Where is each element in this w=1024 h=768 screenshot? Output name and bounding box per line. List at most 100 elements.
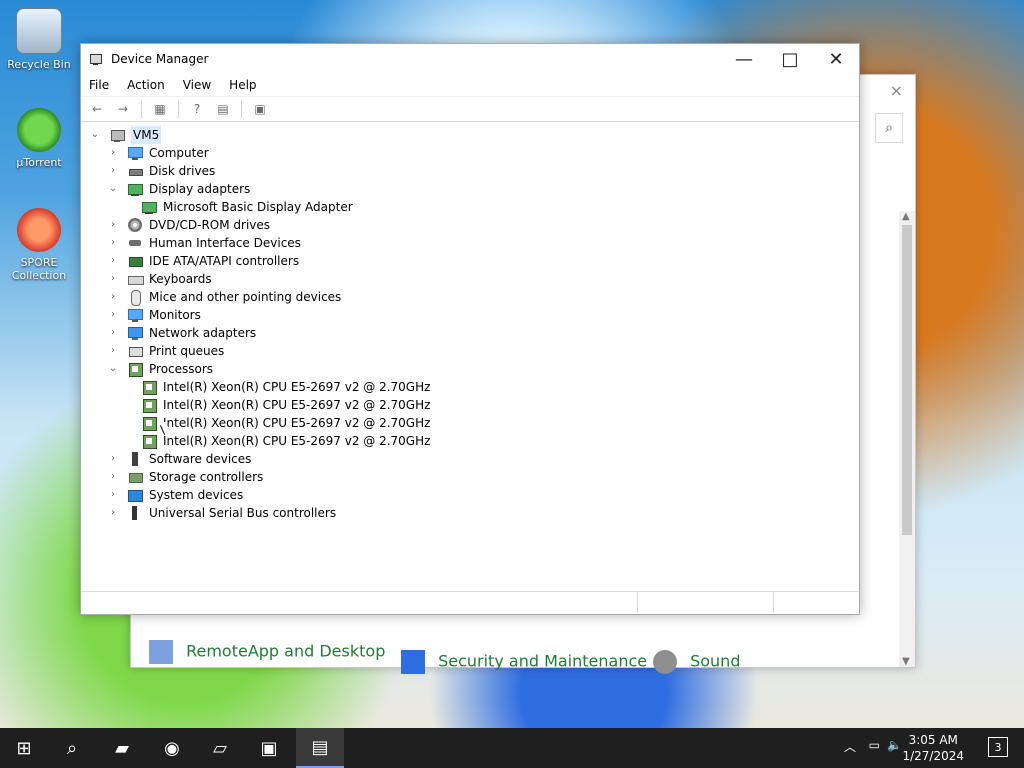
expand-icon[interactable]: › <box>107 486 119 504</box>
remoteapp-item[interactable]: RemoteApp and Desktop <box>149 640 385 664</box>
collapse-icon[interactable]: ⌄ <box>107 360 119 378</box>
tree-item-ide-ata-atapi-controllers[interactable]: › IDE ATA/ATAPI controllers <box>107 252 299 270</box>
tree-label: System devices <box>149 488 244 502</box>
software-device-icon <box>127 451 143 467</box>
expand-icon[interactable]: › <box>107 216 119 234</box>
view-icon[interactable]: ▤ <box>215 101 231 117</box>
processor-icon <box>141 397 157 413</box>
status-cell <box>81 592 638 614</box>
expand-icon[interactable]: › <box>107 288 119 306</box>
tree-label: Processors <box>149 362 214 376</box>
maximize-icon: □ <box>781 48 799 70</box>
collapse-icon[interactable]: ⌄ <box>107 180 119 198</box>
scroll-up-icon[interactable]: ▲ <box>902 211 910 222</box>
desktop-icon-recycle-bin[interactable]: Recycle Bin <box>4 8 74 71</box>
desktop-icon-utorrent[interactable]: µTorrent <box>4 108 74 169</box>
scroll-thumb[interactable] <box>902 225 912 535</box>
expand-icon[interactable]: › <box>107 234 119 252</box>
tree-label: Computer <box>149 146 209 160</box>
expand-icon[interactable]: › <box>107 270 119 288</box>
tree-item-computer[interactable]: › Computer <box>107 144 209 162</box>
forward-icon[interactable]: → <box>115 101 131 117</box>
utorrent-icon <box>17 108 61 152</box>
expand-icon[interactable]: › <box>107 252 119 270</box>
hidden-icons-icon[interactable]: ︿ <box>844 738 856 755</box>
computer-icon <box>109 127 125 143</box>
start-button[interactable]: ⊞ <box>12 736 36 760</box>
time-text: 3:05 AM <box>908 733 958 747</box>
tree-item-processor-3[interactable]: Intel(R) Xeon(R) CPU E5-2697 v2 @ 2.70GH… <box>141 414 430 432</box>
tree-label: Keyboards <box>149 272 212 286</box>
close-icon[interactable]: × <box>890 81 903 100</box>
expand-icon[interactable]: › <box>107 504 119 522</box>
sound-item[interactable]: Sound <box>653 650 740 674</box>
chrome-icon: ◉ <box>164 737 180 759</box>
search-button[interactable]: ⌕ <box>875 113 903 143</box>
scroll-down-icon[interactable]: ▼ <box>902 656 910 667</box>
properties-icon[interactable]: ▦ <box>152 101 168 117</box>
tree-item-storage-controllers[interactable]: › Storage controllers <box>107 468 263 486</box>
tree-item-monitors[interactable]: › Monitors <box>107 306 201 324</box>
device-manager-window: Device Manager — □ ✕ File Action View He… <box>80 43 860 615</box>
tree-item-universal-serial-bus-controllers[interactable]: › Universal Serial Bus controllers <box>107 504 336 522</box>
notes-button[interactable]: ▱ <box>208 736 232 760</box>
expand-icon[interactable]: › <box>107 324 119 342</box>
desktop-icon-spore[interactable]: SPORE Collection <box>4 208 74 282</box>
tree-item-disk-drives[interactable]: › Disk drives <box>107 162 215 180</box>
expand-icon[interactable]: › <box>107 342 119 360</box>
tree-item-display-adapters[interactable]: ⌄ Display adapters <box>107 180 250 198</box>
processor-icon <box>141 433 157 449</box>
tree-item-network-adapters[interactable]: › Network adapters <box>107 324 256 342</box>
device-manager-button[interactable]: ▤ <box>296 728 344 768</box>
tree-item-processor-4[interactable]: Intel(R) Xeon(R) CPU E5-2697 v2 @ 2.70GH… <box>141 432 430 450</box>
menu-view[interactable]: View <box>183 78 211 92</box>
control-panel-scrollbar[interactable]: ▲ ▼ <box>899 211 915 667</box>
tree-item-processor-1[interactable]: Intel(R) Xeon(R) CPU E5-2697 v2 @ 2.70GH… <box>141 378 430 396</box>
window-title: Device Manager <box>111 52 209 66</box>
search-icon: ⌕ <box>66 737 78 759</box>
back-icon[interactable]: ← <box>89 101 105 117</box>
menu-help[interactable]: Help <box>229 78 256 92</box>
menu-action[interactable]: Action <box>127 78 165 92</box>
control-panel-button[interactable]: ▣ <box>257 736 281 760</box>
menu-file[interactable]: File <box>89 78 109 92</box>
minimize-button[interactable]: — <box>721 44 767 74</box>
control-panel-icon: ▣ <box>260 737 278 759</box>
close-button[interactable]: ✕ <box>813 44 859 74</box>
maximize-button[interactable]: □ <box>767 44 813 74</box>
tree-item-processor-2[interactable]: Intel(R) Xeon(R) CPU E5-2697 v2 @ 2.70GH… <box>141 396 430 414</box>
display-adapter-icon <box>127 181 143 197</box>
expand-icon[interactable]: › <box>107 144 119 162</box>
spore-icon <box>17 208 61 252</box>
tree-root[interactable]: ⌄ VM5 <box>89 126 162 144</box>
clock[interactable]: 3:05 AM 1/27/2024 <box>902 732 964 764</box>
tree-item-software-devices[interactable]: › Software devices <box>107 450 251 468</box>
tree-label: VM5 <box>131 126 162 144</box>
tree-item-print-queues[interactable]: › Print queues <box>107 342 224 360</box>
tree-item-keyboards[interactable]: › Keyboards <box>107 270 212 288</box>
expand-icon[interactable]: › <box>107 306 119 324</box>
file-explorer-button[interactable]: ▰ <box>110 736 134 760</box>
expand-icon[interactable]: › <box>107 450 119 468</box>
notifications-button[interactable]: 3 <box>988 737 1008 757</box>
help-icon[interactable]: ? <box>189 101 205 117</box>
tree-item-system-devices[interactable]: › System devices <box>107 486 243 504</box>
tree-label: Display adapters <box>149 182 251 196</box>
expand-icon[interactable]: › <box>107 162 119 180</box>
tree-item-dvd-cd-rom-drives[interactable]: › DVD/CD-ROM drives <box>107 216 270 234</box>
expand-icon[interactable]: › <box>107 468 119 486</box>
network-icon[interactable]: ▭ <box>869 738 880 752</box>
tree-item-mice-and-other-pointing-devices[interactable]: › Mice and other pointing devices <box>107 288 341 306</box>
collapse-icon[interactable]: ⌄ <box>89 126 101 144</box>
tree-item-human-interface-devices[interactable]: › Human Interface Devices <box>107 234 301 252</box>
scan-icon[interactable]: ▣ <box>252 101 268 117</box>
tree-item-microsoft-basic-display-adapter[interactable]: Microsoft Basic Display Adapter <box>141 198 353 216</box>
tree-label: Software devices <box>149 452 252 466</box>
desktop-icon-label: µTorrent <box>16 156 62 169</box>
chrome-button[interactable]: ◉ <box>160 736 184 760</box>
search-button[interactable]: ⌕ <box>60 736 84 760</box>
volume-icon[interactable]: 🔈 <box>887 738 902 752</box>
status-cell <box>774 592 859 614</box>
tree-item-processors[interactable]: ⌄ Processors <box>107 360 213 378</box>
security-maintenance-item[interactable]: Security and Maintenance <box>401 650 647 674</box>
